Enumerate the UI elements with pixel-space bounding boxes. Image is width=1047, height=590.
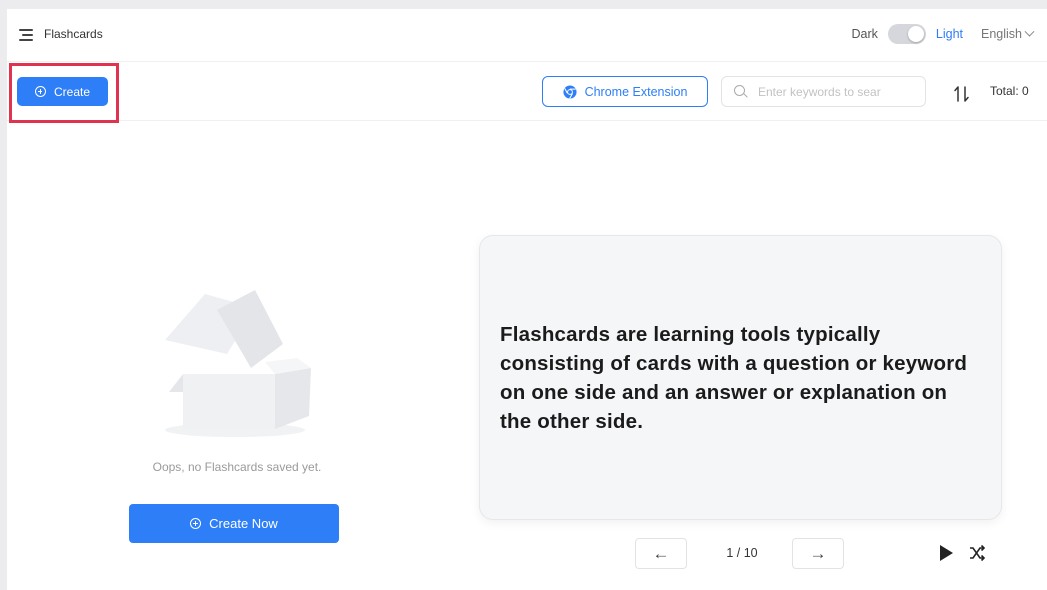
empty-state-message: Oops, no Flashcards saved yet.: [152, 460, 322, 474]
shuffle-icon[interactable]: [968, 544, 986, 562]
flashcard-text: Flashcards are learning tools typically …: [500, 322, 968, 433]
menu-icon[interactable]: [19, 29, 33, 41]
arrow-left-icon: ←: [652, 543, 670, 563]
sort-icon[interactable]: [953, 85, 971, 103]
top-bar: Flashcards Dark Light English: [7, 9, 1047, 62]
next-button[interactable]: →: [792, 538, 844, 569]
theme-switcher: Dark Light English: [851, 24, 1035, 44]
theme-toggle[interactable]: [887, 24, 926, 44]
total-count: Total: 0: [990, 84, 1029, 98]
search-box: [721, 76, 926, 107]
flashcard[interactable]: Flashcards are learning tools typically …: [479, 235, 1002, 520]
chrome-icon: [563, 84, 577, 99]
search-icon: [734, 84, 748, 99]
toolbar: Create Chrome Extension Total: 0: [7, 63, 1047, 123]
create-now-label: Create Now: [209, 516, 278, 531]
create-now-button[interactable]: Create Now: [129, 504, 339, 543]
arrow-right-icon: →: [809, 543, 827, 563]
empty-box-icon: [165, 290, 311, 437]
language-label: English: [981, 27, 1022, 41]
create-button[interactable]: Create: [17, 77, 108, 106]
toggle-knob: [907, 26, 924, 42]
app-window: Flashcards Dark Light English Create Chr…: [7, 9, 1047, 590]
page-indicator: 1 / 10: [726, 546, 758, 560]
app-title: Flashcards: [44, 27, 103, 41]
theme-light-label[interactable]: Light: [936, 27, 963, 41]
theme-dark-label[interactable]: Dark: [851, 27, 877, 41]
plus-circle-icon: [190, 518, 202, 529]
plus-circle-icon: [34, 86, 46, 97]
prev-button[interactable]: ←: [635, 538, 687, 569]
chevron-down-icon: [1024, 26, 1035, 37]
create-button-label: Create: [53, 84, 91, 99]
search-input[interactable]: [758, 84, 898, 99]
play-icon[interactable]: [940, 545, 953, 561]
chrome-extension-button[interactable]: Chrome Extension: [542, 76, 708, 107]
chrome-extension-label: Chrome Extension: [584, 84, 688, 99]
language-select[interactable]: English: [981, 26, 1035, 41]
